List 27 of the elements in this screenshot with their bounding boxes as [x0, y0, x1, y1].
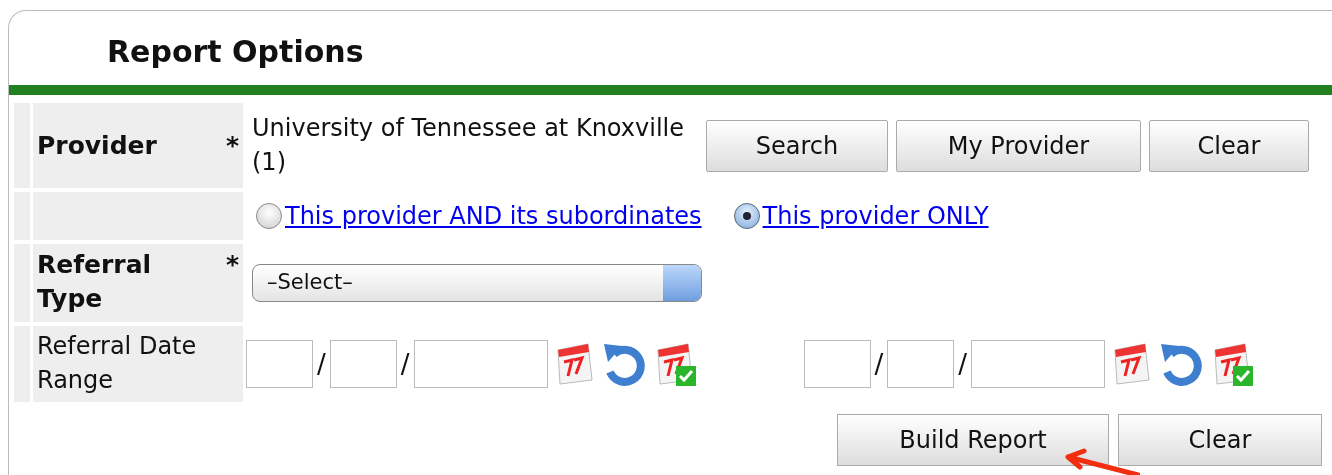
scope-link[interactable]: This provider ONLY [762, 198, 989, 234]
provider-button[interactable]: Search [706, 119, 888, 172]
panel-title: Report Options [106, 33, 365, 71]
provider-name: University of Tennessee at Knoxville (1) [252, 112, 685, 178]
field-label: Referral Type [37, 249, 153, 315]
date-input[interactable] [803, 340, 871, 388]
date-input[interactable] [413, 340, 548, 388]
field-label: Referral Date Range [37, 331, 198, 396]
radio-button[interactable] [733, 203, 760, 229]
provider-button[interactable]: My Provider [896, 119, 1141, 172]
select-field[interactable]: –Select– [252, 264, 702, 302]
date-input[interactable] [887, 340, 955, 388]
field-label: Provider [37, 129, 158, 162]
date-input[interactable] [329, 340, 397, 388]
required-marker: * [225, 249, 239, 281]
date-separator: / [873, 347, 885, 381]
action-button[interactable]: Clear [1118, 414, 1322, 466]
date-input[interactable] [971, 340, 1106, 388]
scope-link[interactable]: This provider AND its subordinates [285, 198, 702, 234]
date-input[interactable] [246, 340, 313, 388]
date-separator: / [316, 347, 327, 381]
date-separator: / [399, 347, 411, 381]
action-button[interactable]: Build Report [837, 414, 1109, 466]
date-separator: / [957, 347, 969, 381]
radio-button[interactable] [256, 203, 282, 229]
required-marker: * [225, 129, 239, 162]
provider-button[interactable]: Clear [1149, 119, 1309, 172]
